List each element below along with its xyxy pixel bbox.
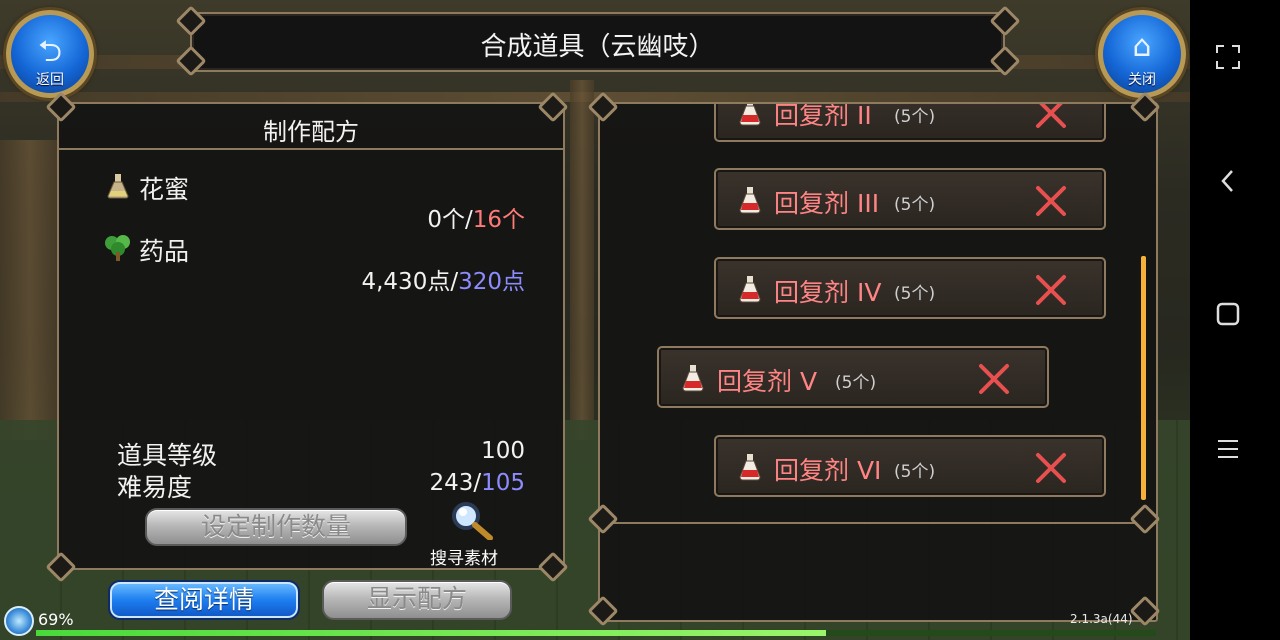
home-icon: ⌂ [1132, 29, 1152, 64]
search-materials-label[interactable]: 搜寻素材 [430, 544, 498, 569]
item-count: (5个) [894, 107, 936, 127]
close-button[interactable]: ⌂ 关闭 [1098, 10, 1186, 98]
list-scrollbar[interactable] [1141, 256, 1146, 500]
potion-icon [682, 365, 704, 392]
remove-icon[interactable] [1034, 104, 1068, 130]
progress-fill [36, 630, 826, 636]
remove-icon[interactable] [1034, 273, 1068, 307]
close-button-label: 关闭 [1128, 72, 1156, 88]
system-nav-bar [1190, 0, 1280, 640]
item-count: (5个) [894, 284, 936, 304]
difficulty-required: 105 [481, 470, 525, 496]
difficulty-label: 难易度 [117, 473, 193, 502]
ingredient-amount: 0个/16个 [319, 200, 525, 234]
version-label: 2.1.3a(44) [1070, 612, 1133, 626]
home-nav-icon[interactable] [1210, 300, 1246, 336]
title-bar: 合成道具（云幽吱） [190, 12, 1005, 72]
back-button-label: 返回 [36, 72, 64, 88]
item-list[interactable]: 回复剂 II (5个) 回复剂 III (5个) 回复剂 IV (5个) 回复剂… [600, 104, 1156, 520]
ingredient-required: 16个 [472, 207, 525, 233]
remove-icon[interactable] [977, 362, 1011, 396]
list-item[interactable]: 回复剂 IV (5个) [714, 257, 1106, 319]
amount-separator: / [464, 207, 473, 233]
item-name: 回复剂 IV [774, 278, 882, 307]
recipe-panel-header: 制作配方 [59, 104, 563, 150]
item-level-value: 100 [481, 438, 525, 464]
difficulty-current: 243 [429, 470, 474, 496]
list-item[interactable]: 回复剂 VI (5个) [714, 435, 1106, 497]
amount-separator: / [450, 269, 459, 295]
show-recipe-button[interactable]: 显示配方 [322, 580, 512, 620]
item-name: 回复剂 III [774, 189, 880, 218]
difficulty-value: 243/105 [359, 470, 525, 496]
item-count: (5个) [894, 195, 936, 215]
item-count: (5个) [835, 373, 877, 393]
potion-icon [739, 187, 761, 214]
ingredient-name: 花蜜 [139, 175, 190, 204]
menu-nav-icon[interactable] [1210, 434, 1246, 470]
potion-icon [739, 276, 761, 303]
herb-icon [105, 235, 130, 261]
fullscreen-icon[interactable] [1210, 44, 1246, 80]
battery-icon [4, 606, 34, 636]
loading-progress-bar [36, 630, 1156, 636]
potion-icon [739, 454, 761, 481]
recipe-panel-title: 制作配方 [263, 118, 359, 146]
magnifier-icon[interactable] [450, 500, 494, 540]
potion-icon [739, 104, 761, 126]
battery-level: 69% [38, 610, 74, 629]
back-nav-icon[interactable] [1210, 168, 1246, 204]
view-details-button-label: 查阅详情 [153, 585, 254, 614]
window-title: 合成道具（云幽吱） [480, 32, 715, 62]
remove-icon[interactable] [1034, 184, 1068, 218]
list-item-selected[interactable]: 回复剂 V (5个) [657, 346, 1049, 408]
list-item[interactable]: 回复剂 III (5个) [714, 168, 1106, 230]
item-name: 回复剂 VI [774, 456, 882, 485]
ingredient-name: 药品 [139, 237, 190, 266]
remove-icon[interactable] [1034, 451, 1068, 485]
view-details-button[interactable]: 查阅详情 [108, 580, 300, 620]
ingredient-required: 320点 [458, 269, 525, 295]
ingredient-owned: 4,430点 [361, 269, 451, 295]
set-quantity-button[interactable]: 设定制作数量 [145, 508, 407, 546]
item-list-panel: 回复剂 II (5个) 回复剂 III (5个) 回复剂 IV (5个) 回复剂… [598, 102, 1158, 622]
item-level-label: 道具等级 [117, 441, 218, 470]
flask-icon [107, 174, 129, 199]
panel-divider [600, 522, 1156, 524]
difficulty-separator: / [473, 470, 482, 496]
show-recipe-button-label: 显示配方 [366, 584, 467, 613]
ingredient-amount: 4,430点/320点 [279, 262, 525, 296]
item-name: 回复剂 II [774, 104, 872, 130]
set-quantity-button-label: 设定制作数量 [200, 512, 351, 541]
item-count: (5个) [894, 462, 936, 482]
ingredient-owned: 0个 [427, 207, 465, 233]
list-item[interactable]: 回复剂 II (5个) [714, 104, 1106, 142]
item-name: 回复剂 V [717, 367, 818, 396]
back-button[interactable]: ⮌ 返回 [6, 10, 94, 98]
